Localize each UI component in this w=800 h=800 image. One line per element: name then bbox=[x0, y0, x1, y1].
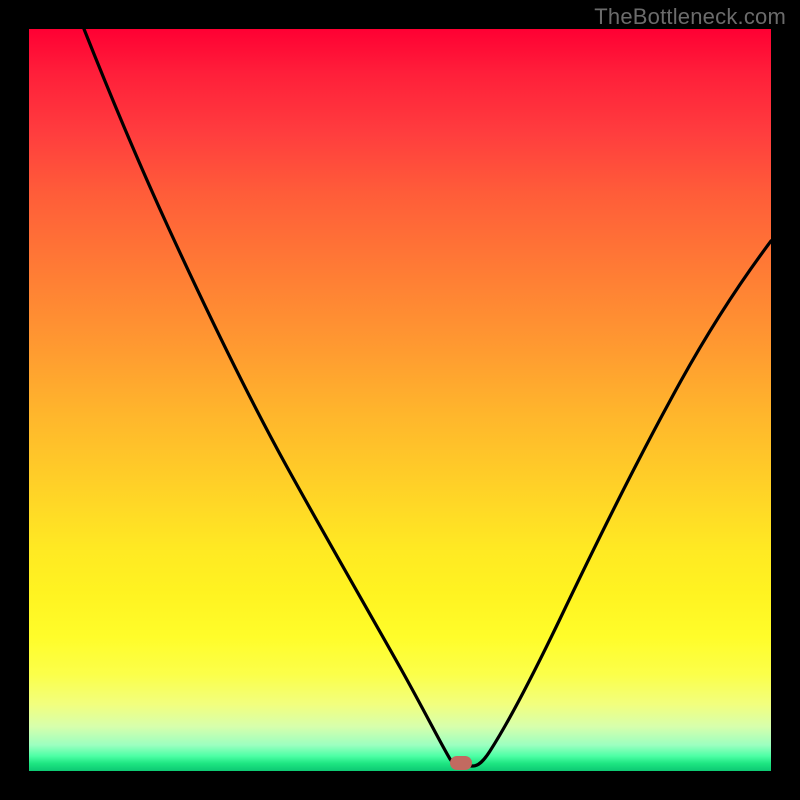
optimal-marker bbox=[450, 756, 472, 770]
watermark-label: TheBottleneck.com bbox=[594, 4, 786, 30]
plot-area bbox=[29, 29, 771, 771]
chart-frame: TheBottleneck.com bbox=[0, 0, 800, 800]
bottleneck-curve bbox=[29, 29, 771, 771]
curve-path bbox=[84, 29, 771, 766]
